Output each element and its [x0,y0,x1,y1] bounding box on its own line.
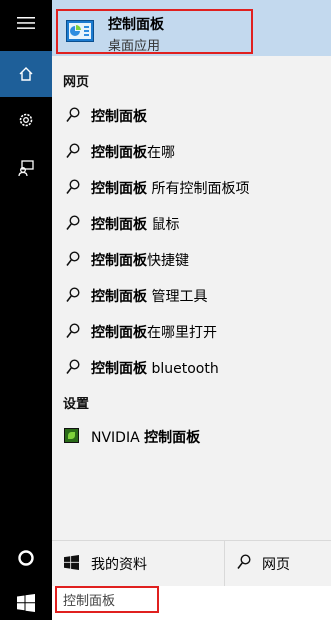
web-suggestion[interactable]: 控制面板快捷键 [52,241,331,277]
suggestion-rest: 在哪 [147,145,175,161]
suggestion-rest: bluetooth [147,361,219,377]
control-panel-icon [66,20,94,42]
home-icon [19,67,33,81]
hamburger-icon [17,17,35,29]
cortana-icon [18,550,34,566]
web-suggestion[interactable]: 控制面板 bluetooth [52,349,331,385]
suggestion-rest: 鼠标 [147,217,180,233]
web-suggestion[interactable]: 控制面板在哪 [52,133,331,169]
tab-my-stuff[interactable]: 我的资料 [52,541,224,586]
section-header-settings: 设置 [63,397,90,412]
suggestion-rest: 所有控制面板项 [147,181,250,197]
suggestion-bold: 控制面板 [91,289,147,305]
web-suggestion[interactable]: 控制面板 鼠标 [52,205,331,241]
suggestion-bold: 控制面板 [91,109,147,125]
home-button[interactable] [0,51,52,97]
suggestion-bold: 控制面板 [91,217,147,233]
search-icon [66,107,80,122]
settings-item-bold: 控制面板 [144,430,201,446]
start-button[interactable] [0,580,52,626]
suggestion-bold: 控制面板 [91,253,147,269]
section-header-web: 网页 [63,75,90,90]
suggestion-bold: 控制面板 [91,145,147,161]
search-icon [66,359,80,374]
feedback-icon [18,160,34,177]
suggestion-bold: 控制面板 [91,361,147,377]
web-suggestion[interactable]: 控制面板 所有控制面板项 [52,169,331,205]
tab-web-label: 网页 [262,557,290,573]
web-suggestion[interactable]: 控制面板在哪里打开 [52,313,331,349]
web-suggestion[interactable]: 控制面板 [52,97,331,133]
web-suggestion[interactable]: 控制面板 管理工具 [52,277,331,313]
search-icon [237,554,251,569]
search-icon [66,251,80,266]
search-icon [66,215,80,230]
suggestion-rest: 管理工具 [147,289,208,305]
settings-button[interactable] [0,97,52,143]
windows-logo-icon [17,594,35,612]
suggestion-rest: 在哪里打开 [147,325,217,341]
highlight-box [55,586,159,613]
windows-logo-icon [64,555,79,570]
gear-icon [19,113,33,127]
settings-item-nvidia[interactable]: NVIDIA 控制面板 [52,418,331,454]
suggestion-bold: 控制面板 [91,325,147,341]
search-icon [66,179,80,194]
search-icon [66,143,80,158]
suggestion-rest: 快捷键 [147,253,189,269]
menu-button[interactable] [0,0,52,46]
tab-my-stuff-label: 我的资料 [91,557,147,573]
settings-item-prefix: NVIDIA [91,430,145,446]
best-match-subtitle: 桌面应用 [108,39,161,54]
feedback-button[interactable] [0,145,52,191]
search-icon [66,287,80,302]
search-icon [66,323,80,338]
left-rail [0,0,52,620]
tab-web[interactable]: 网页 [224,541,331,586]
nvidia-icon [64,428,79,443]
best-match-title: 控制面板 [108,17,164,33]
cortana-button[interactable] [0,535,52,581]
bottom-tab-bar: 我的资料 网页 [52,540,331,586]
suggestion-bold: 控制面板 [91,181,147,197]
